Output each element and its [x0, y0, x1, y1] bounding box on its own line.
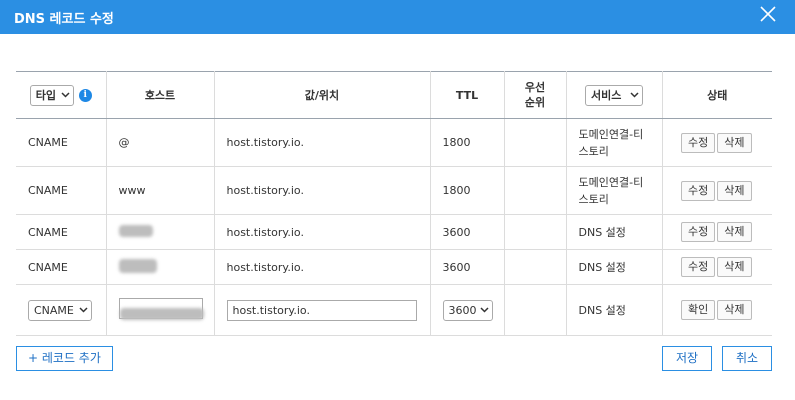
record-service: DNS 설정	[566, 249, 663, 285]
ttl-header: TTL	[430, 71, 505, 119]
type-header: 타입 i	[16, 71, 107, 119]
record-ttl: 3600	[430, 214, 505, 250]
service-filter-value: 서비스	[591, 89, 622, 102]
record-actions: 수정 삭제	[662, 214, 772, 250]
dialog-title: DNS 레코드 수정	[14, 12, 114, 27]
dns-records-table: 타입 i 호스트 값/위치 TTL 우선 순위 서비스 상태 CNAME @ h…	[16, 71, 772, 336]
dialog-titlebar: DNS 레코드 수정	[0, 0, 795, 34]
add-record-button[interactable]: + 레코드 추가	[16, 346, 113, 371]
record-priority	[504, 214, 567, 250]
edit-priority-cell	[504, 284, 567, 336]
record-ttl: 1800	[430, 166, 505, 215]
table-row: CNAME host.tistory.io. 3600 DNS 설정 수정 삭제	[16, 249, 772, 285]
record-actions: 수정 삭제	[662, 166, 772, 215]
record-type: CNAME	[16, 249, 107, 285]
edit-value-input[interactable]: host.tistory.io.	[226, 299, 417, 321]
record-ttl: 3600	[430, 249, 505, 285]
save-button[interactable]: 저장	[662, 346, 712, 371]
record-service: DNS 설정	[566, 214, 663, 250]
record-host: www	[106, 166, 215, 215]
edit-service-cell: DNS 설정	[566, 284, 663, 336]
record-priority	[504, 166, 567, 215]
table-row: CNAME www host.tistory.io. 1800 도메인연결-티 …	[16, 166, 772, 215]
edit-value-cell: host.tistory.io.	[214, 284, 431, 336]
host-header: 호스트	[106, 71, 215, 119]
chevron-down-icon	[79, 307, 88, 313]
record-actions: 수정 삭제	[662, 249, 772, 285]
record-host	[106, 249, 215, 285]
table-header-row: 타입 i 호스트 값/위치 TTL 우선 순위 서비스 상태	[16, 71, 772, 119]
record-ttl: 1800	[430, 118, 505, 167]
edit-button[interactable]: 수정	[681, 257, 716, 277]
record-type: CNAME	[16, 166, 107, 215]
record-actions: 수정 삭제	[662, 118, 772, 167]
record-value: host.tistory.io.	[214, 166, 431, 215]
record-host: @	[106, 118, 215, 167]
record-service: 도메인연결-티 스토리	[566, 166, 663, 215]
delete-button[interactable]: 삭제	[717, 132, 752, 153]
edit-actions: 확인 삭제	[662, 284, 772, 336]
type-filter-value: 타입	[35, 89, 56, 102]
edit-button[interactable]: 수정	[681, 180, 716, 201]
delete-button[interactable]: 삭제	[717, 222, 752, 242]
chevron-down-icon	[630, 92, 639, 98]
record-host	[106, 214, 215, 250]
cancel-button[interactable]: 취소	[722, 346, 772, 371]
service-filter-select[interactable]: 서비스	[585, 84, 643, 106]
edit-type-select[interactable]: CNAME	[28, 299, 92, 321]
edit-type-value: CNAME	[34, 303, 74, 317]
redacted-host-overlay	[120, 308, 204, 320]
edit-ttl-cell: 3600	[430, 284, 505, 336]
confirm-button[interactable]: 확인	[681, 300, 716, 320]
delete-button[interactable]: 삭제	[717, 300, 752, 320]
status-header: 상태	[662, 71, 772, 119]
record-value: host.tistory.io.	[214, 249, 431, 285]
edit-button[interactable]: 수정	[681, 132, 716, 153]
close-icon[interactable]	[759, 5, 777, 23]
table-row: CNAME @ host.tistory.io. 1800 도메인연결-티 스토…	[16, 118, 772, 167]
edit-ttl-value: 3600	[448, 303, 477, 317]
type-filter-select[interactable]: 타입	[29, 84, 74, 106]
redacted-host	[118, 224, 153, 237]
edit-button[interactable]: 수정	[681, 222, 716, 242]
service-header: 서비스	[566, 71, 663, 119]
delete-button[interactable]: 삭제	[717, 257, 752, 277]
delete-button[interactable]: 삭제	[717, 180, 752, 201]
chevron-down-icon	[61, 92, 70, 98]
info-icon[interactable]: i	[78, 88, 92, 102]
edit-ttl-select[interactable]: 3600	[442, 299, 493, 321]
value-header: 값/위치	[214, 71, 431, 119]
record-value: host.tistory.io.	[214, 118, 431, 167]
edit-type-cell: CNAME	[16, 284, 107, 336]
record-type: CNAME	[16, 214, 107, 250]
record-type: CNAME	[16, 118, 107, 167]
record-priority	[504, 249, 567, 285]
record-service: 도메인연결-티 스토리	[566, 118, 663, 167]
record-value: host.tistory.io.	[214, 214, 431, 250]
priority-header: 우선 순위	[504, 71, 567, 119]
record-priority	[504, 118, 567, 167]
chevron-down-icon	[479, 307, 489, 313]
redacted-host	[118, 258, 157, 273]
table-row: CNAME host.tistory.io. 3600 DNS 설정 수정 삭제	[16, 214, 772, 250]
